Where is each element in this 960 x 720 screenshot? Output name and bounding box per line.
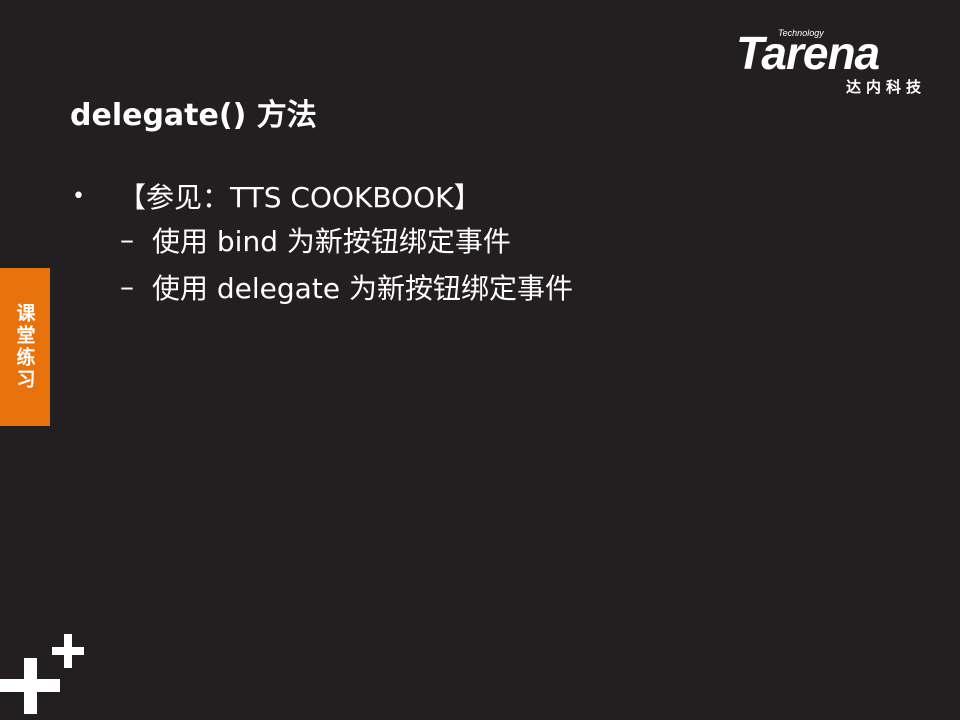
sub-item-text: 使用 delegate 为新按钮绑定事件 xyxy=(152,271,573,305)
slide-title: delegate() 方法 xyxy=(70,98,317,133)
bullet-text: 【参见：TTS COOKBOOK】 xyxy=(118,181,482,214)
side-tag: 课堂练习 xyxy=(0,268,50,426)
slide-content: • 【参见：TTS COOKBOOK】 – 使用 bind 为新按钮绑定事件 –… xyxy=(72,176,573,310)
side-tag-label: 课堂练习 xyxy=(13,303,36,391)
plus-icon xyxy=(52,634,84,668)
sub-item-marker: – xyxy=(120,223,134,256)
sub-item-text: 使用 bind 为新按钮绑定事件 xyxy=(152,224,511,258)
sub-item: – 使用 delegate 为新按钮绑定事件 xyxy=(72,263,573,310)
sub-item-marker: – xyxy=(120,270,134,303)
logo-chinese-name: 达内科技 xyxy=(845,78,926,96)
bullet-item: • 【参见：TTS COOKBOOK】 xyxy=(72,176,573,216)
tarena-logo: Technology Tarena 达内科技 xyxy=(736,28,926,96)
sub-item: – 使用 bind 为新按钮绑定事件 xyxy=(72,216,573,263)
logo-wordmark: Tarena xyxy=(736,27,880,79)
bullet-marker: • xyxy=(72,183,85,209)
